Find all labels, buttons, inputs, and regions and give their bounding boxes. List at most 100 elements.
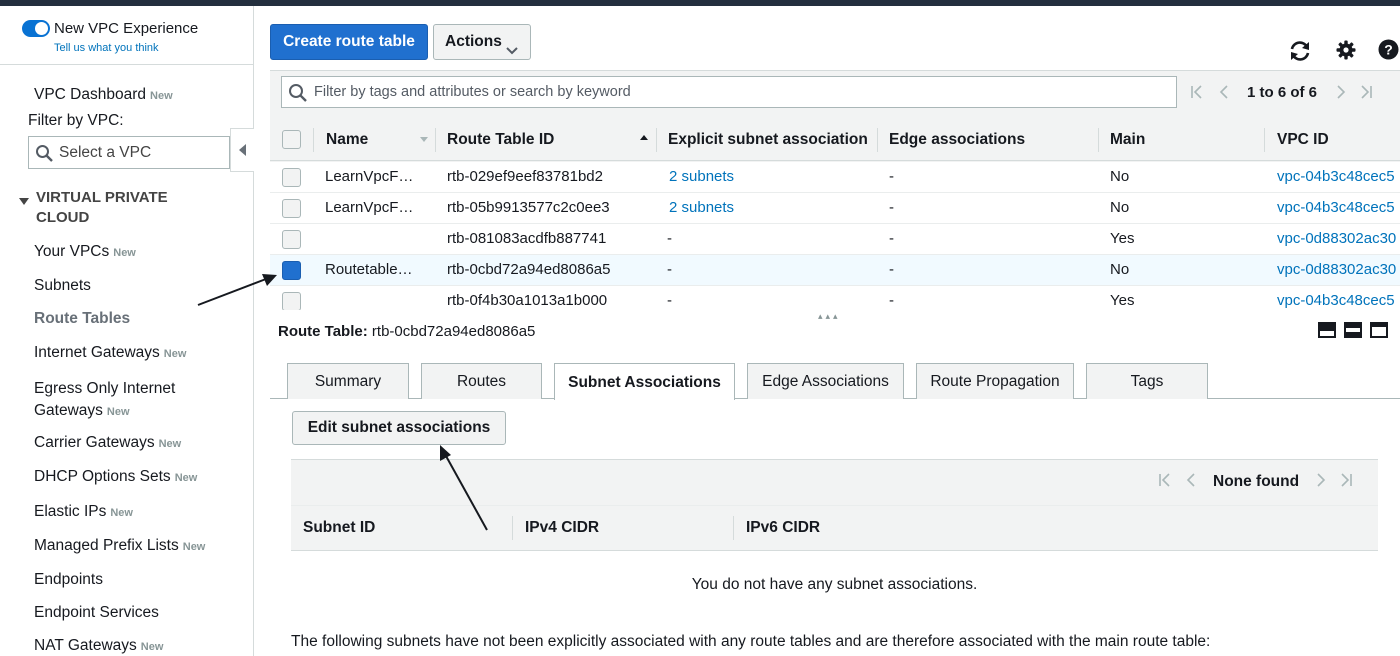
column-divider: [733, 516, 734, 540]
sidebar-item-endpoints[interactable]: Endpoints: [34, 571, 103, 589]
sidebar-item-label: Managed Prefix Lists: [34, 537, 179, 554]
cell-explicit: -: [667, 292, 672, 309]
table-row[interactable]: LearnVpcF… rtb-05b9913577c2c0ee3 2 subne…: [270, 193, 1400, 224]
row-checkbox-checked[interactable]: [282, 261, 301, 280]
layout-split-pane-icon[interactable]: [1344, 322, 1362, 338]
next-page-icon[interactable]: [1316, 472, 1326, 492]
cell-explicit: -: [667, 261, 672, 278]
column-header-ipv4-cidr[interactable]: IPv4 CIDR: [525, 519, 599, 537]
column-header-name[interactable]: Name: [326, 131, 368, 149]
cell-explicit-subnets-link[interactable]: 2 subnets: [669, 168, 734, 185]
cell-name: LearnVpcF…: [325, 199, 414, 216]
tab-routes[interactable]: Routes: [421, 363, 542, 399]
table-row[interactable]: rtb-0f4b30a1013a1b000 - - Yes vpc-04b3c4…: [270, 286, 1400, 310]
feedback-link[interactable]: Tell us what you think: [54, 42, 159, 54]
sidebar-item-label: Elastic IPs: [34, 503, 107, 520]
column-divider: [435, 128, 436, 152]
column-header-ipv6-cidr[interactable]: IPv6 CIDR: [746, 519, 820, 537]
create-route-table-button[interactable]: Create route table: [270, 24, 428, 60]
tab-subnet-associations[interactable]: Subnet Associations: [554, 363, 735, 400]
table-row-selected[interactable]: Routetable… rtb-0cbd72a94ed8086a5 - - No…: [270, 255, 1400, 286]
sidebar-item-endpoint-services[interactable]: Endpoint Services: [34, 604, 159, 622]
sidebar-item-label: DHCP Options Sets: [34, 468, 171, 485]
row-checkbox[interactable]: [282, 199, 301, 218]
column-divider: [1264, 128, 1265, 152]
sidebar-item-label: Endpoint Services: [34, 604, 159, 621]
first-page-icon[interactable]: [1158, 472, 1172, 492]
column-header-vpc-id[interactable]: VPC ID: [1277, 131, 1329, 149]
svg-text:?: ?: [1384, 42, 1393, 58]
refresh-icon[interactable]: [1288, 40, 1312, 66]
caret-left-icon: [239, 144, 246, 156]
row-checkbox[interactable]: [282, 292, 301, 310]
tab-tags[interactable]: Tags: [1086, 363, 1208, 399]
sidebar-item-nat-gateways[interactable]: NAT Gateways New: [34, 637, 163, 655]
sidebar-item-carrier-gateways[interactable]: Carrier Gateways New: [34, 434, 181, 452]
cell-explicit-subnets-link[interactable]: 2 subnets: [669, 199, 734, 216]
edit-subnet-associations-button[interactable]: Edit subnet associations: [292, 411, 506, 445]
collapse-sidebar-button[interactable]: [230, 128, 254, 172]
row-checkbox[interactable]: [282, 168, 301, 187]
cell-route-table-id: rtb-081083acdfb887741: [447, 230, 607, 247]
previous-page-icon[interactable]: [1219, 84, 1229, 104]
table-row[interactable]: LearnVpcF… rtb-029ef9eef83781bd2 2 subne…: [270, 162, 1400, 193]
sidebar-item-dhcp-options-sets[interactable]: DHCP Options Sets New: [34, 468, 197, 486]
new-badge: New: [182, 541, 206, 553]
last-page-icon[interactable]: [1359, 84, 1373, 104]
next-page-icon[interactable]: [1336, 84, 1346, 104]
route-table-label: Route Table:: [278, 323, 368, 340]
column-header-edge-associations[interactable]: Edge associations: [889, 131, 1025, 149]
column-header-subnet-id[interactable]: Subnet ID: [303, 519, 375, 537]
sidebar-item-label: Route Tables: [34, 310, 131, 327]
new-badge: New: [158, 438, 182, 450]
row-checkbox[interactable]: [282, 230, 301, 249]
column-header-route-table-id[interactable]: Route Table ID: [447, 131, 554, 149]
sidebar-item-label-line2: Gateways: [34, 402, 103, 419]
cell-main: No: [1110, 168, 1130, 185]
sidebar-item-managed-prefix-lists[interactable]: Managed Prefix Lists New: [34, 537, 205, 555]
caret-down-icon[interactable]: [19, 198, 29, 205]
new-badge: New: [140, 641, 164, 653]
sidebar-item-vpc-dashboard[interactable]: VPC Dashboard New: [34, 86, 173, 104]
experience-title: New VPC Experience: [54, 20, 199, 37]
sidebar-item-label: Egress Only Internet: [34, 380, 176, 397]
layout-bottom-pane-icon[interactable]: [1318, 322, 1336, 338]
sidebar-item-egress-only-internet-gateways[interactable]: Egress Only Internet Gateways New: [34, 378, 175, 423]
sidebar-item-subnets[interactable]: Subnets: [34, 277, 91, 295]
sidebar-item-route-tables[interactable]: Route Tables: [34, 310, 130, 328]
main-route-table-note: The following subnets have not been expl…: [291, 633, 1211, 650]
sidebar-item-internet-gateways[interactable]: Internet Gateways New: [34, 344, 186, 362]
actions-label: Actions: [445, 33, 502, 50]
sidebar-item-elastic-ips[interactable]: Elastic IPs New: [34, 503, 133, 521]
previous-page-icon[interactable]: [1186, 472, 1196, 492]
actions-dropdown-button[interactable]: Actions: [433, 24, 531, 60]
cell-vpc-id-link[interactable]: vpc-0d88302ac30: [1277, 230, 1396, 247]
cell-vpc-id-link[interactable]: vpc-0d88302ac30: [1277, 261, 1396, 278]
sort-ascending-icon[interactable]: [640, 135, 648, 140]
cell-vpc-id-link[interactable]: vpc-04b3c48cec5: [1277, 168, 1395, 185]
column-header-main[interactable]: Main: [1110, 131, 1145, 149]
vpc-filter-select[interactable]: Select a VPC: [28, 136, 230, 169]
search-icon: [288, 83, 308, 107]
tab-route-propagation[interactable]: Route Propagation: [916, 363, 1074, 399]
sidebar-item-your-vpcs[interactable]: Your VPCs New: [34, 243, 136, 261]
first-page-icon[interactable]: [1190, 84, 1204, 104]
select-all-checkbox[interactable]: [282, 130, 301, 149]
pane-resize-handle[interactable]: ▴▴▴: [818, 311, 841, 322]
help-icon[interactable]: ?: [1378, 39, 1399, 64]
sort-icon[interactable]: [420, 137, 428, 142]
section-title-virtual-private-cloud[interactable]: VIRTUAL PRIVATE CLOUD: [36, 188, 216, 228]
table-row[interactable]: rtb-081083acdfb887741 - - Yes vpc-0d8830…: [270, 224, 1400, 255]
gear-icon[interactable]: [1336, 40, 1356, 64]
last-page-icon[interactable]: [1339, 472, 1353, 492]
new-vpc-experience-toggle[interactable]: [22, 20, 50, 37]
cell-main: No: [1110, 199, 1130, 216]
cell-vpc-id-link[interactable]: vpc-04b3c48cec5: [1277, 199, 1395, 216]
table-body: LearnVpcF… rtb-029ef9eef83781bd2 2 subne…: [270, 162, 1400, 310]
tab-edge-associations[interactable]: Edge Associations: [747, 363, 904, 399]
layout-full-pane-icon[interactable]: [1370, 322, 1388, 338]
cell-vpc-id-link[interactable]: vpc-04b3c48cec5: [1277, 292, 1395, 309]
filter-search-input[interactable]: Filter by tags and attributes or search …: [281, 76, 1177, 108]
column-header-explicit-subnet-association[interactable]: Explicit subnet association: [668, 131, 868, 149]
tab-summary[interactable]: Summary: [287, 363, 409, 399]
